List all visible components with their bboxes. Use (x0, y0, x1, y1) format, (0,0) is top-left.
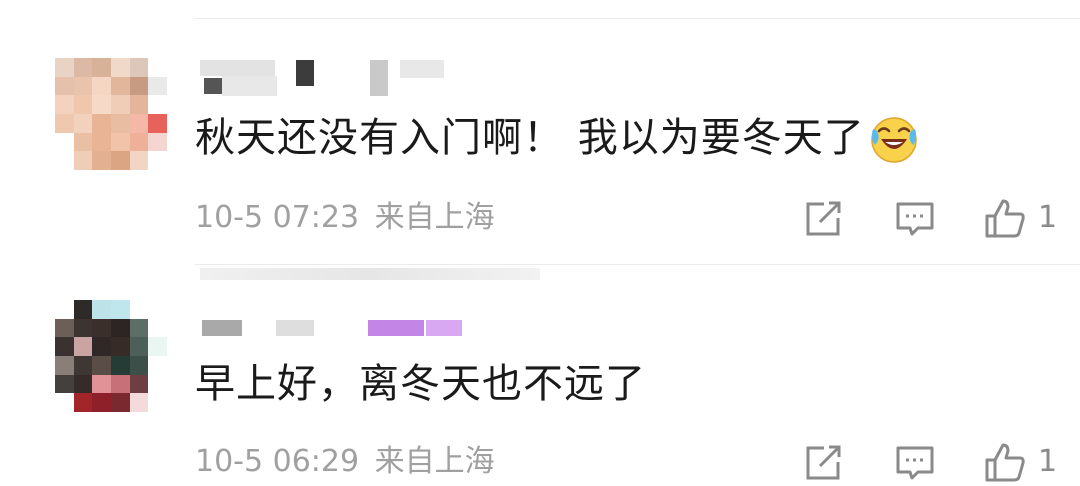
edit-icon[interactable] (800, 196, 846, 242)
comment-actions: 1 (760, 440, 1080, 486)
comment-actions: 1 (760, 196, 1080, 242)
comment-location: 来自上海 (374, 200, 495, 235)
avatar[interactable] (55, 58, 167, 170)
avatar[interactable] (55, 300, 167, 412)
thumbs-up-icon[interactable] (982, 440, 1028, 486)
blur-block (368, 320, 424, 336)
comment-text-content: 秋天还没有入门啊！ 我以为要冬天了 (195, 115, 865, 161)
blur-block (400, 60, 444, 78)
blur-block (200, 60, 275, 76)
laughing-crying-emoji-icon (870, 117, 917, 163)
thumbs-up-icon[interactable] (982, 196, 1028, 242)
comment-meta: 10-5 06:29 来自上海 (195, 442, 495, 482)
comment-item: 早上好，离冬天也不远了 10-5 06:29 来自上海 1 (0, 250, 1080, 482)
comment-item: 秋天还没有入门啊！ 我以为要冬天了 10-5 07:23 来自上海 1 (0, 0, 1080, 238)
username-blurred[interactable] (200, 60, 460, 100)
comment-date: 10-5 07:23 (195, 200, 360, 235)
comment-text-content: 早上好，离冬天也不远了 (195, 361, 646, 407)
blur-block (202, 320, 242, 336)
comment-text: 早上好，离冬天也不远了 (195, 359, 646, 409)
blur-block (204, 78, 222, 94)
like-count: 1 (1038, 444, 1058, 479)
reply-icon[interactable] (892, 196, 938, 242)
blur-block (276, 320, 314, 336)
blur-block (370, 60, 388, 96)
comment-text: 秋天还没有入门啊！ 我以为要冬天了 (195, 113, 919, 165)
blur-block (426, 320, 462, 336)
like-count: 1 (1038, 200, 1058, 235)
edit-icon[interactable] (800, 440, 846, 486)
username-blurred[interactable] (200, 318, 470, 358)
reply-icon[interactable] (892, 440, 938, 486)
blur-block (296, 60, 314, 86)
comment-meta: 10-5 07:23 来自上海 (195, 198, 495, 238)
blur-block (222, 76, 277, 96)
